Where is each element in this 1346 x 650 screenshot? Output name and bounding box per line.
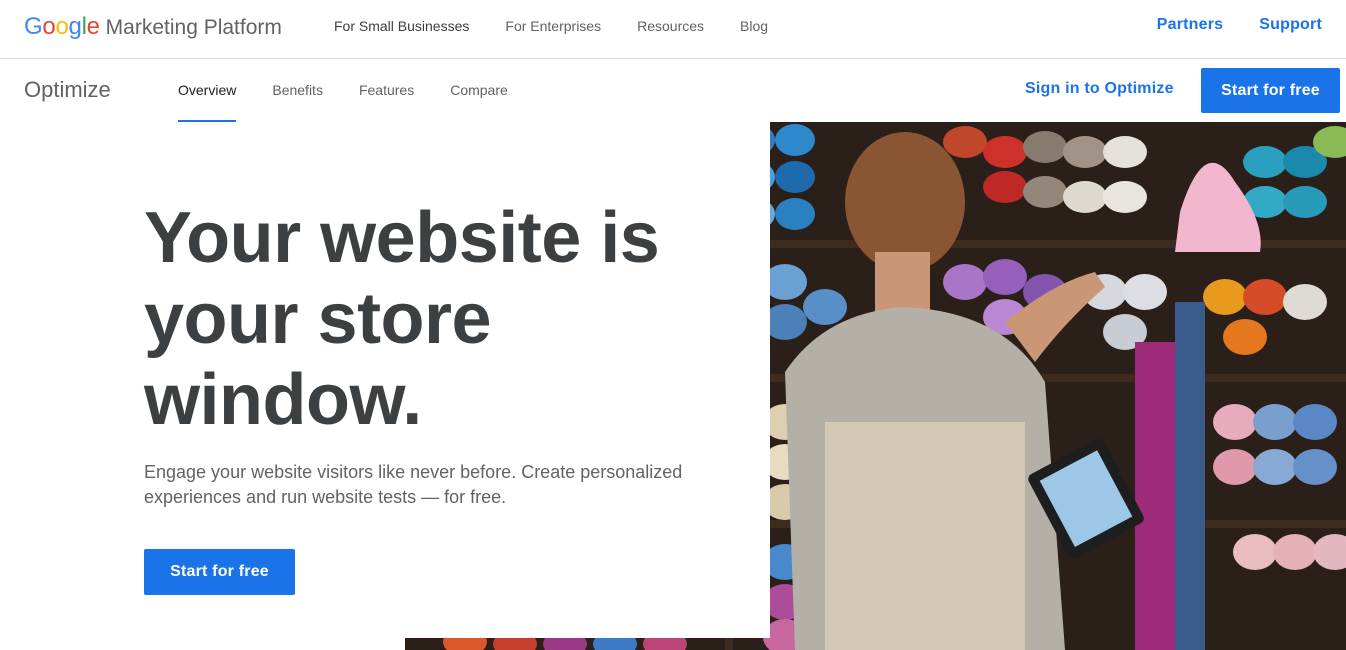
hero-headline: Your website is your store window. [144, 198, 744, 441]
partners-link[interactable]: Partners [1157, 16, 1224, 34]
tab-benefits[interactable]: Benefits [272, 59, 323, 122]
product-name: Marketing Platform [105, 16, 282, 39]
product-subnav: Optimize Overview Benefits Features Comp… [0, 59, 1346, 122]
description-line: experiences and run website tests — for … [144, 487, 507, 507]
start-for-free-header-button[interactable]: Start for free [1201, 68, 1340, 113]
nav-blog[interactable]: Blog [740, 18, 768, 34]
headline-line: your store [144, 279, 492, 359]
tab-features[interactable]: Features [359, 59, 414, 122]
header-right-links: Partners Support [1121, 16, 1322, 34]
description-line: Engage your website visitors like never … [144, 462, 683, 482]
tab-compare[interactable]: Compare [450, 59, 508, 122]
product-title[interactable]: Optimize [24, 77, 111, 103]
tab-overview[interactable]: Overview [178, 59, 237, 122]
start-for-free-hero-button[interactable]: Start for free [144, 549, 295, 595]
hero-description: Engage your website visitors like never … [144, 460, 704, 510]
headline-line: window. [144, 360, 422, 440]
google-wordmark: Google [24, 13, 100, 40]
support-link[interactable]: Support [1259, 16, 1322, 34]
nav-resources[interactable]: Resources [637, 18, 704, 34]
primary-nav: For Small Businesses For Enterprises Res… [334, 18, 804, 34]
sign-in-link[interactable]: Sign in to Optimize [1025, 80, 1174, 98]
nav-small-businesses[interactable]: For Small Businesses [334, 18, 469, 34]
nav-enterprises[interactable]: For Enterprises [505, 18, 601, 34]
product-tabs: Overview Benefits Features Compare [178, 59, 544, 122]
global-header: Google Marketing Platform For Small Busi… [0, 0, 1346, 59]
google-marketing-platform-logo[interactable]: Google Marketing Platform [24, 13, 282, 41]
headline-line: Your website is [144, 198, 660, 278]
